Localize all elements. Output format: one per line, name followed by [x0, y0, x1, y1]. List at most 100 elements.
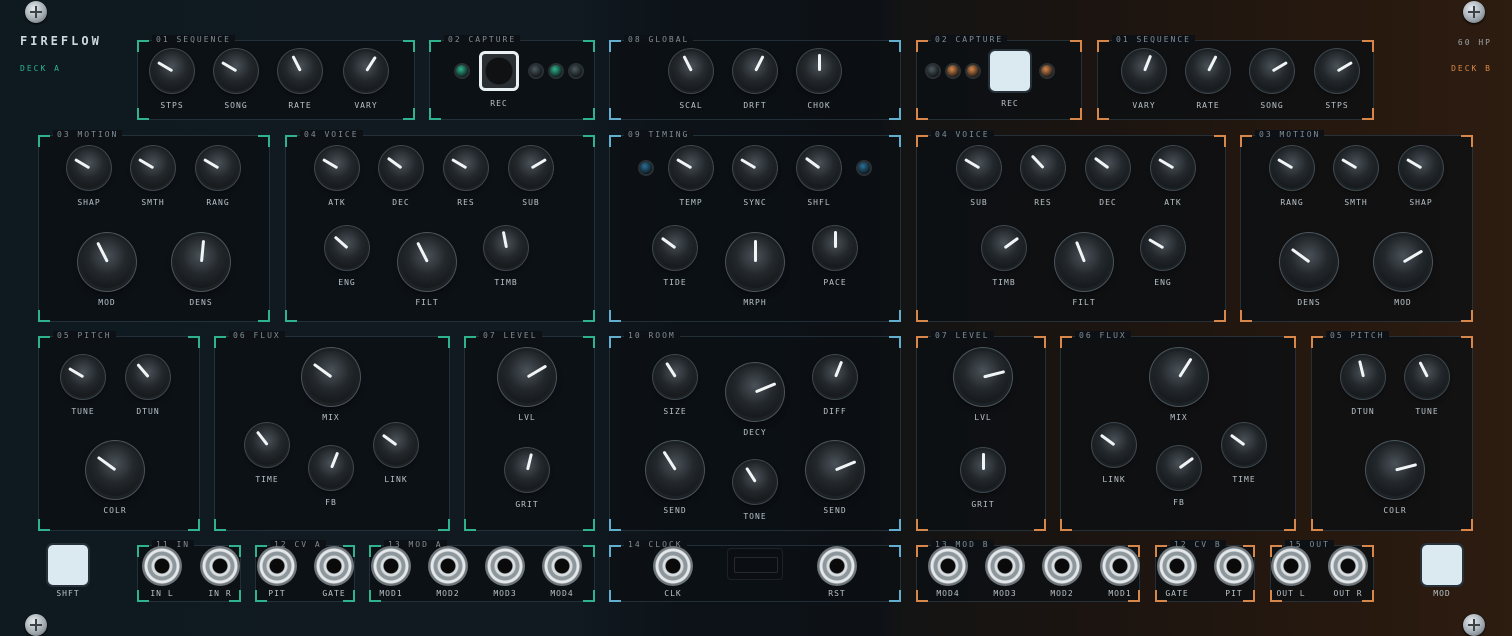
- knob-chok[interactable]: [799, 51, 839, 91]
- knob-link[interactable]: [376, 425, 416, 465]
- knob-vary[interactable]: [1124, 51, 1164, 91]
- jack-mod2[interactable]: [428, 546, 468, 586]
- knob-shap[interactable]: [1401, 148, 1441, 188]
- knob-vary[interactable]: [346, 51, 386, 91]
- knob-time[interactable]: [1224, 425, 1264, 465]
- knob-mod[interactable]: [81, 236, 133, 288]
- knob-grit[interactable]: [507, 450, 547, 490]
- knob-res[interactable]: [1023, 148, 1063, 188]
- knob-decy[interactable]: [729, 366, 781, 418]
- knob-tune[interactable]: [1407, 357, 1447, 397]
- jack-mod3[interactable]: [985, 546, 1025, 586]
- knob-pace[interactable]: [815, 228, 855, 268]
- knob-sub[interactable]: [959, 148, 999, 188]
- knob-stps[interactable]: [152, 51, 192, 91]
- jack-pit[interactable]: [1214, 546, 1254, 586]
- knob-song[interactable]: [216, 51, 256, 91]
- knob-mix[interactable]: [305, 351, 357, 403]
- knob-dtun[interactable]: [128, 357, 168, 397]
- knob-colr[interactable]: [89, 444, 141, 496]
- knob-atk[interactable]: [317, 148, 357, 188]
- knob-rang[interactable]: [1272, 148, 1312, 188]
- jack-label: IN R: [208, 589, 232, 598]
- jack-mod4[interactable]: [542, 546, 582, 586]
- knob-res[interactable]: [446, 148, 486, 188]
- knob-send[interactable]: [809, 444, 861, 496]
- knob-smth[interactable]: [133, 148, 173, 188]
- knob-tune[interactable]: [63, 357, 103, 397]
- knob-filt[interactable]: [1058, 236, 1110, 288]
- knob-pointer: [156, 61, 173, 73]
- knob-pointer: [664, 362, 677, 378]
- knob-time[interactable]: [247, 425, 287, 465]
- knob-dec[interactable]: [1088, 148, 1128, 188]
- jack-gate[interactable]: [314, 546, 354, 586]
- jack-mod1[interactable]: [371, 546, 411, 586]
- knob-label: SCAL: [679, 101, 703, 110]
- section-corner: [889, 310, 901, 322]
- jack-in-r[interactable]: [200, 546, 240, 586]
- rec-button[interactable]: [990, 51, 1030, 91]
- knob-label: COLR: [103, 506, 127, 515]
- jack-label: MOD3: [493, 589, 517, 598]
- knob-atk[interactable]: [1153, 148, 1193, 188]
- knob-sync[interactable]: [735, 148, 775, 188]
- jack-clk[interactable]: [653, 546, 693, 586]
- knob-sub[interactable]: [511, 148, 551, 188]
- knob-rate[interactable]: [1188, 51, 1228, 91]
- knob-send[interactable]: [649, 444, 701, 496]
- jack-gate[interactable]: [1157, 546, 1197, 586]
- knob-mod[interactable]: [1377, 236, 1429, 288]
- knob-song[interactable]: [1252, 51, 1292, 91]
- knob-timb[interactable]: [486, 228, 526, 268]
- knob-drft[interactable]: [735, 51, 775, 91]
- jack-mod1[interactable]: [1100, 546, 1140, 586]
- screw-icon: [25, 1, 47, 23]
- knob-dens[interactable]: [175, 236, 227, 288]
- knob-rang[interactable]: [198, 148, 238, 188]
- shift-button[interactable]: [48, 545, 88, 585]
- knob-eng[interactable]: [327, 228, 367, 268]
- knob-scal[interactable]: [671, 51, 711, 91]
- jack-in-l[interactable]: [142, 546, 182, 586]
- knob-tone[interactable]: [735, 462, 775, 502]
- jack-mod3[interactable]: [485, 546, 525, 586]
- knob-dec[interactable]: [381, 148, 421, 188]
- knob-fb[interactable]: [311, 448, 351, 488]
- knob-label: LVL: [974, 413, 992, 422]
- knob-size[interactable]: [655, 357, 695, 397]
- knob-stps[interactable]: [1317, 51, 1357, 91]
- section-corner: [403, 108, 415, 120]
- jack-out-r[interactable]: [1328, 546, 1368, 586]
- rec-button[interactable]: [479, 51, 519, 91]
- jack-pit[interactable]: [257, 546, 297, 586]
- knob-lvl[interactable]: [501, 351, 553, 403]
- knob-timb[interactable]: [984, 228, 1024, 268]
- knob-mix[interactable]: [1153, 351, 1205, 403]
- knob-pointer: [526, 364, 547, 379]
- knob-grit[interactable]: [963, 450, 1003, 490]
- knob-fb[interactable]: [1159, 448, 1199, 488]
- knob-filt[interactable]: [401, 236, 453, 288]
- knob-label: VARY: [354, 101, 378, 110]
- knob-tide[interactable]: [655, 228, 695, 268]
- section-corner: [38, 336, 50, 348]
- jack-mod4[interactable]: [928, 546, 968, 586]
- knob-eng[interactable]: [1143, 228, 1183, 268]
- knob-mrph[interactable]: [729, 236, 781, 288]
- jack-mod2[interactable]: [1042, 546, 1082, 586]
- knob-diff[interactable]: [815, 357, 855, 397]
- knob-lvl[interactable]: [957, 351, 1009, 403]
- jack-out-l[interactable]: [1271, 546, 1311, 586]
- jack-rst[interactable]: [817, 546, 857, 586]
- knob-rate[interactable]: [280, 51, 320, 91]
- knob-dens[interactable]: [1283, 236, 1335, 288]
- knob-shap[interactable]: [69, 148, 109, 188]
- mod-button[interactable]: [1422, 545, 1462, 585]
- knob-shfl[interactable]: [799, 148, 839, 188]
- knob-dtun[interactable]: [1343, 357, 1383, 397]
- knob-smth[interactable]: [1336, 148, 1376, 188]
- knob-temp[interactable]: [671, 148, 711, 188]
- knob-colr[interactable]: [1369, 444, 1421, 496]
- knob-link[interactable]: [1094, 425, 1134, 465]
